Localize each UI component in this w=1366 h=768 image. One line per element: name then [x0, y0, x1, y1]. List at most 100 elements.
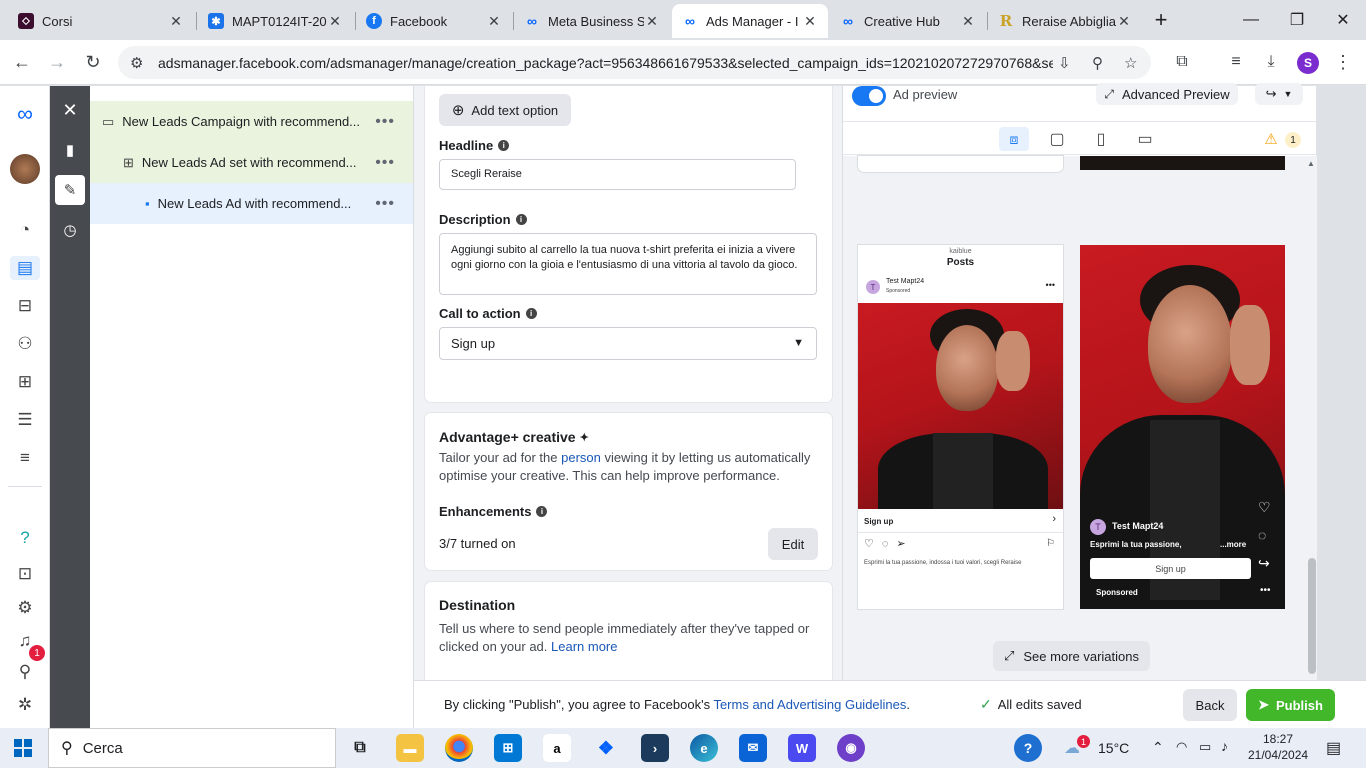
tree-item-adset[interactable]: ⊞ New Leads Ad set with recommend... •••	[90, 142, 413, 183]
notification-center-icon[interactable]: ▤	[1326, 738, 1341, 758]
bookmark-star-icon[interactable]: ☆	[1124, 54, 1137, 72]
edge-icon[interactable]: e	[690, 734, 718, 762]
address-bar[interactable]: ⚙ adsmanager.facebook.com/adsmanager/man…	[118, 46, 1151, 79]
audiences-icon[interactable]: ⚇	[13, 332, 37, 356]
warning-icon[interactable]: ⚠	[1256, 127, 1286, 151]
more-options-icon[interactable]: •••	[375, 195, 395, 213]
close-icon[interactable]: ✕	[960, 13, 976, 30]
more-options-icon[interactable]: •••	[375, 154, 395, 172]
media-icon[interactable]: ≡	[1224, 50, 1248, 74]
back-button[interactable]: Back	[1183, 689, 1237, 721]
close-icon[interactable]: ✕	[1116, 13, 1132, 30]
tab-facebook[interactable]: f Facebook ✕	[356, 4, 512, 38]
close-icon[interactable]: ✕	[327, 13, 343, 30]
story-vertical-icon[interactable]: ▯	[1086, 127, 1116, 151]
ad-preview-toggle[interactable]	[852, 86, 886, 106]
share-dropdown-button[interactable]: ↪ ▼	[1255, 83, 1303, 105]
tab-creative-hub[interactable]: ∞ Creative Hub ✕	[830, 4, 986, 38]
billing-icon[interactable]: ☰	[13, 408, 37, 432]
more-options-icon[interactable]: •••	[1046, 280, 1055, 290]
notifications-list-icon[interactable]: ⊡	[13, 562, 37, 586]
chevron-up-icon[interactable]: ⌃	[1152, 739, 1164, 756]
advanced-preview-button[interactable]: ⤢ Advanced Preview	[1096, 83, 1238, 105]
reports-icon[interactable]: ⊟	[13, 294, 37, 318]
edit-pencil-icon[interactable]: ✎	[55, 175, 85, 205]
search-icon[interactable]: ⚲	[13, 660, 37, 684]
window-close-icon[interactable]: ✕	[1320, 0, 1366, 40]
description-textarea[interactable]: Aggiungi subito al carrello la tua nuova…	[439, 233, 817, 295]
download-icon[interactable]: ⤓	[1259, 50, 1283, 74]
close-editor-icon[interactable]: ✕	[55, 95, 85, 125]
dashboard-icon[interactable]: ◔	[13, 218, 37, 242]
person-link[interactable]: person	[561, 450, 601, 465]
site-settings-icon[interactable]: ⚙	[130, 54, 143, 72]
bug-report-icon[interactable]: ✲	[13, 693, 37, 717]
bell-icon[interactable]: ♫	[13, 629, 37, 653]
scrollbar-thumb[interactable]	[1308, 558, 1316, 674]
see-more-variations-button[interactable]: ⤢ See more variations	[993, 641, 1150, 671]
reload-icon[interactable]: ↻	[79, 48, 107, 76]
cta-select[interactable]: Sign up ▼	[439, 327, 817, 360]
tab-meta-business[interactable]: ∞ Meta Business S ✕	[514, 4, 670, 38]
tab-ads-manager[interactable]: ∞ Ads Manager - I ✕	[672, 4, 828, 38]
close-icon[interactable]: ✕	[486, 13, 502, 30]
taskbar-search[interactable]: ⚲ Cerca	[48, 728, 336, 768]
close-icon[interactable]: ✕	[802, 13, 818, 30]
landscape-icon[interactable]: ▭	[1130, 127, 1160, 151]
meta-logo-icon[interactable]: ∞	[13, 101, 37, 126]
reels-cta-button[interactable]: Sign up	[1090, 558, 1251, 579]
headline-input[interactable]: Scegli Reraise	[439, 159, 796, 190]
tab-corsi[interactable]: ⬦ Corsi ✕	[8, 4, 194, 38]
volume-icon[interactable]: ♪	[1221, 738, 1228, 754]
settings-gear-icon[interactable]: ⚙	[13, 596, 37, 620]
github-icon[interactable]: ◉	[837, 734, 865, 762]
store-icon[interactable]: ⊞	[494, 734, 522, 762]
media-library-icon[interactable]: ⊞	[13, 370, 37, 394]
close-icon[interactable]: ✕	[644, 13, 660, 30]
minimize-icon[interactable]: —	[1228, 0, 1274, 40]
mail-icon[interactable]: ✉	[739, 734, 767, 762]
file-explorer-icon[interactable]: ▬	[396, 734, 424, 762]
reels-preview[interactable]: T Test Mapt24 Esprimi la tua passione, .…	[1080, 245, 1285, 609]
forward-arrow-icon[interactable]: →	[43, 48, 71, 76]
help-icon[interactable]: ?	[13, 526, 37, 550]
publish-button[interactable]: ➤ Publish	[1246, 689, 1335, 721]
tab-mapt[interactable]: ✱ MAPT0124IT-20 ✕	[198, 4, 353, 38]
reels-more[interactable]: ...more	[1220, 540, 1246, 549]
instagram-feed-preview[interactable]: kaiblue Posts T Test Mapt24 Sponsored ••…	[858, 245, 1063, 609]
install-icon[interactable]: ⇩	[1058, 54, 1071, 72]
more-options-icon[interactable]: •••	[375, 113, 395, 131]
account-avatar[interactable]	[10, 154, 40, 184]
back-arrow-icon[interactable]: ←	[8, 48, 36, 76]
powershell-icon[interactable]: ›	[641, 734, 669, 762]
terms-link[interactable]: Terms and Advertising Guidelines	[713, 697, 906, 712]
menu-kebab-icon[interactable]: ⋮	[1331, 50, 1355, 74]
windows-start-icon[interactable]	[14, 739, 32, 757]
amazon-icon[interactable]: a	[543, 734, 571, 762]
feed-square-icon[interactable]: ▢	[1042, 127, 1072, 151]
tree-item-campaign[interactable]: ▭ New Leads Campaign with recommend... •…	[90, 101, 413, 142]
chrome-icon[interactable]	[445, 734, 473, 762]
clock[interactable]: 18:27 21/04/2024	[1248, 732, 1308, 762]
tab-reraise[interactable]: R Reraise Abbiglia ✕	[988, 4, 1142, 38]
restore-icon[interactable]: ❐	[1274, 0, 1320, 40]
all-tools-icon[interactable]: ≡	[13, 446, 37, 470]
webex-icon[interactable]: W	[788, 734, 816, 762]
preview-scrollbar[interactable]: ▲	[1305, 156, 1317, 680]
help-tips-icon[interactable]: ?	[1014, 734, 1042, 762]
all-placements-icon[interactable]: ⧈	[999, 127, 1029, 151]
close-icon[interactable]: ✕	[168, 13, 184, 30]
learn-more-link[interactable]: Learn more	[551, 639, 617, 654]
history-clock-icon[interactable]: ◷	[55, 215, 85, 245]
campaigns-table-icon[interactable]: ▤	[10, 256, 40, 280]
edit-enhancements-button[interactable]: Edit	[768, 528, 818, 560]
dropbox-icon[interactable]: ❖	[592, 734, 620, 762]
zoom-icon[interactable]: ⚲	[1092, 54, 1103, 72]
add-text-option-button[interactable]: ⊕ Add text option	[439, 94, 571, 126]
chart-icon[interactable]: ▮	[55, 135, 85, 165]
weather-temperature[interactable]: 15°C	[1098, 740, 1129, 756]
feed-cta-bar[interactable]: Sign up ›	[858, 509, 1063, 533]
tree-item-ad[interactable]: ▪ New Leads Ad with recommend... •••	[90, 183, 413, 224]
extensions-icon[interactable]: ⧉	[1170, 50, 1194, 74]
new-tab-button[interactable]: +	[1138, 0, 1184, 40]
